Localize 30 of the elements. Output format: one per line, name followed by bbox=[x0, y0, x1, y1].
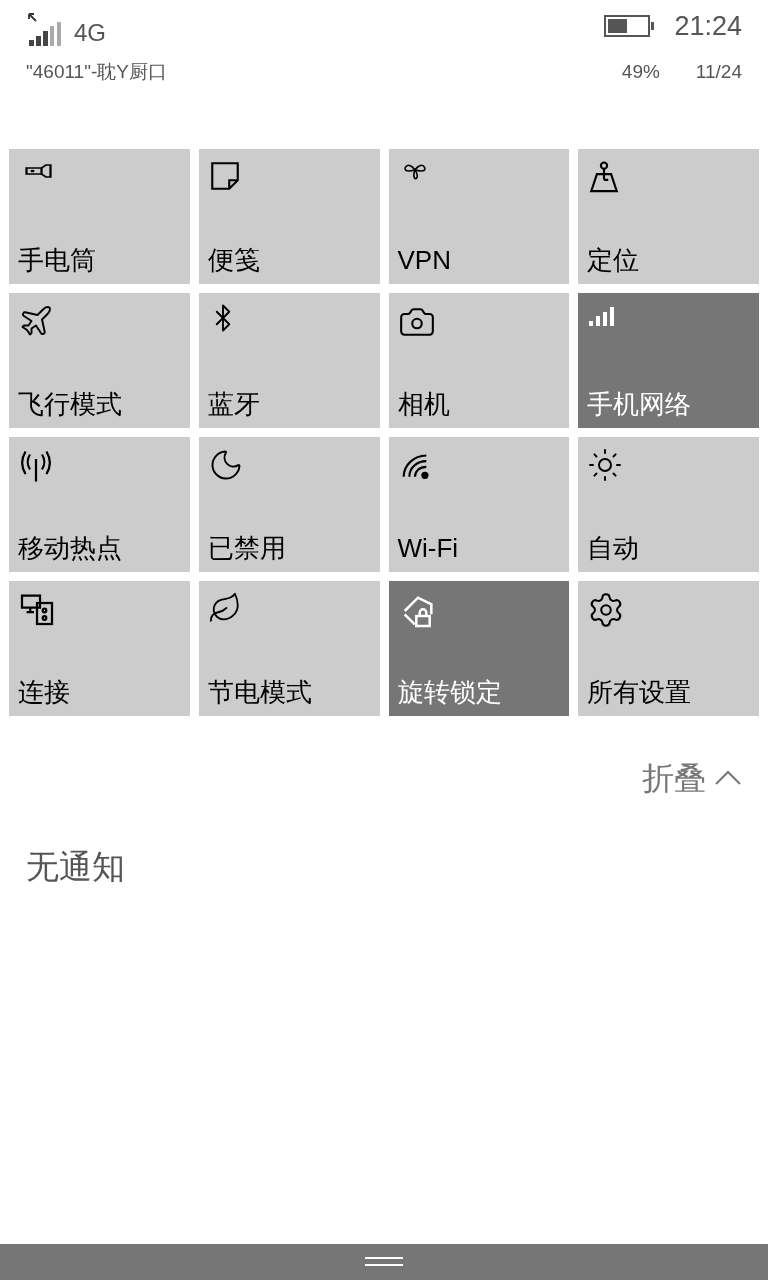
drag-handle-icon[interactable] bbox=[365, 1256, 403, 1268]
chevron-up-icon bbox=[714, 770, 742, 786]
quick-action-tile[interactable]: 所有设置 bbox=[578, 581, 759, 716]
empty-notifications-text: 无通知 bbox=[25, 847, 126, 887]
quick-action-tile[interactable]: 自动 bbox=[578, 437, 759, 572]
quick-action-tile[interactable]: 便笺 bbox=[198, 149, 380, 284]
quick-action-tile[interactable]: VPN bbox=[388, 149, 570, 284]
battery-percent: 49% bbox=[621, 60, 660, 84]
devices-icon bbox=[18, 591, 56, 627]
quick-action-tile[interactable]: 节电模式 bbox=[198, 581, 380, 716]
quick-action-tile[interactable]: Wi-Fi bbox=[388, 437, 570, 572]
network-type: 4G bbox=[74, 21, 106, 46]
clock: 21:24 bbox=[674, 12, 742, 40]
carrier-name: "46011"-耽Y厨口 bbox=[26, 60, 167, 84]
collapse-button[interactable]: 折叠 bbox=[642, 754, 742, 802]
quick-action-tile[interactable]: 移动热点 bbox=[9, 437, 190, 572]
quick-action-tile[interactable]: 定位 bbox=[578, 149, 759, 284]
date: 11/24 bbox=[695, 60, 742, 84]
quick-action-tile[interactable]: 手机网络 bbox=[578, 293, 759, 428]
battery-icon bbox=[604, 15, 651, 37]
quick-action-tile[interactable]: 相机 bbox=[388, 293, 570, 428]
leaf-icon bbox=[207, 591, 242, 625]
quick-action-tile[interactable]: 旋转锁定 bbox=[388, 581, 570, 716]
quick-action-tile[interactable]: 手电筒 bbox=[9, 149, 190, 284]
quick-action-tile[interactable]: 飞行模式 bbox=[9, 293, 190, 428]
quick-action-tile[interactable]: 已禁用 bbox=[198, 437, 380, 572]
sun-icon bbox=[587, 447, 624, 483]
signal-strength-icon bbox=[26, 12, 62, 46]
quick-action-tile[interactable]: 蓝牙 bbox=[198, 293, 380, 428]
quick-action-tile[interactable]: 连接 bbox=[9, 581, 190, 716]
